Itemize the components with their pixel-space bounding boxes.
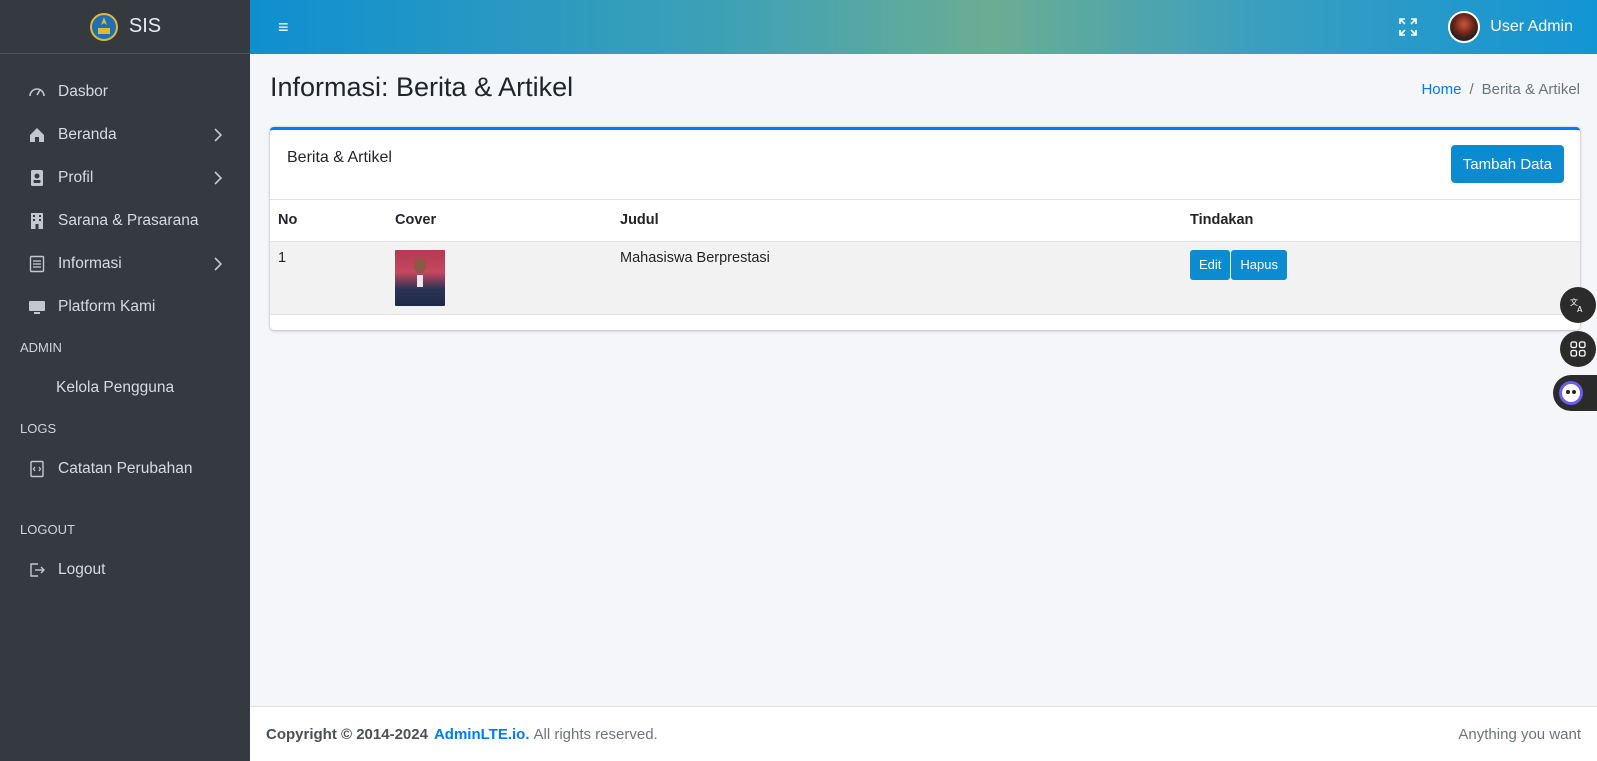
edit-button[interactable]: Edit — [1190, 249, 1231, 280]
sidebar-item-catatan-perubahan[interactable]: Catatan Perubahan — [0, 447, 250, 490]
topbar: ≡ User Admin — [250, 0, 1597, 54]
emblem-logo-icon — [89, 12, 118, 41]
berita-table: No Cover Judul Tindakan 1 Mahasiswa Berp… — [270, 200, 1580, 315]
monitor-icon — [28, 298, 46, 316]
topbar-right: User Admin — [1398, 11, 1573, 43]
breadcrumb-current: Berita & Artikel — [1481, 81, 1580, 98]
sidebar-item-beranda[interactable]: Beranda — [0, 113, 250, 156]
assistant-bot-icon[interactable] — [1553, 375, 1597, 411]
sidebar: SIS Dasbor Beranda Profil Sarana & Prasa… — [0, 0, 250, 761]
menu-toggle-icon[interactable]: ≡ — [278, 17, 289, 38]
gauge-icon — [28, 83, 46, 101]
apps-grid-icon[interactable] — [1560, 331, 1596, 367]
id-badge-icon — [28, 169, 46, 187]
sidebar-item-label: Dasbor — [58, 82, 108, 100]
brand[interactable]: SIS — [0, 0, 250, 54]
nav-header-logout: LOGOUT — [20, 521, 75, 537]
building-icon — [28, 212, 46, 230]
card-title: Berita & Artikel — [287, 149, 392, 166]
sidebar-item-label: Sarana & Prasarana — [58, 211, 199, 229]
sidebar-item-label: Profil — [58, 168, 94, 186]
cell-cover — [387, 241, 612, 315]
breadcrumb-home-link[interactable]: Home — [1421, 81, 1461, 98]
sidebar-item-label: Beranda — [58, 125, 117, 143]
chevron-right-icon — [214, 127, 223, 142]
sidebar-nav: Dasbor Beranda Profil Sarana & Prasarana — [0, 54, 250, 591]
cell-no: 1 — [270, 241, 387, 315]
footer-adminlte-link[interactable]: AdminLTE.io. — [434, 726, 530, 743]
nav-header-logs: LOGS — [20, 420, 57, 436]
logout-icon — [28, 561, 46, 579]
sidebar-item-label: Logout — [58, 560, 106, 578]
table-header-row: No Cover Judul Tindakan — [270, 200, 1580, 242]
sidebar-item-kelola-pengguna[interactable]: Kelola Pengguna — [0, 366, 250, 409]
page-title: Informasi: Berita & Artikel — [270, 72, 574, 102]
delete-button[interactable]: Hapus — [1231, 249, 1287, 280]
footer-rights: All rights reserved. — [533, 725, 658, 743]
footer-right-text: Anything you want — [1458, 725, 1581, 743]
main-content: Informasi: Berita & Artikel Home / Berit… — [250, 54, 1597, 706]
breadcrumb: Home / Berita & Artikel — [1421, 81, 1580, 98]
breadcrumb-separator: / — [1469, 81, 1474, 98]
user-menu[interactable]: User Admin — [1490, 18, 1573, 36]
column-header-no: No — [270, 200, 387, 242]
brand-name: SIS — [128, 15, 162, 37]
column-header-tindakan: Tindakan — [1182, 200, 1580, 242]
chevron-right-icon — [214, 170, 223, 185]
sidebar-item-logout[interactable]: Logout — [0, 548, 250, 591]
add-data-button[interactable]: Tambah Data — [1450, 145, 1564, 183]
chevron-right-icon — [214, 256, 223, 271]
home-icon — [28, 126, 46, 144]
sidebar-item-dasbor[interactable]: Dasbor — [0, 70, 250, 113]
translate-icon[interactable]: 文A — [1560, 287, 1596, 323]
sidebar-item-label: Catatan Perubahan — [58, 459, 193, 477]
cover-thumbnail[interactable] — [395, 249, 445, 306]
sidebar-item-informasi[interactable]: Informasi — [0, 242, 250, 285]
sidebar-item-label: Kelola Pengguna — [56, 378, 175, 396]
cell-judul: Mahasiswa Berprestasi — [612, 241, 1182, 315]
sidebar-item-platform[interactable]: Platform Kami — [0, 285, 250, 328]
sidebar-item-profil[interactable]: Profil — [0, 156, 250, 199]
avatar[interactable] — [1448, 11, 1481, 43]
table-row: 1 Mahasiswa Berprestasi Edit Hapus — [270, 241, 1580, 315]
svg-text:A: A — [1577, 305, 1583, 314]
cell-tindakan: Edit Hapus — [1182, 241, 1580, 315]
nav-header-admin: ADMIN — [20, 339, 62, 355]
sidebar-item-sarana[interactable]: Sarana & Prasarana — [0, 199, 250, 242]
column-header-cover: Cover — [387, 200, 612, 242]
column-header-judul: Judul — [612, 200, 1182, 242]
footer: Copyright © 2014-2024 AdminLTE.io. All r… — [250, 706, 1597, 761]
sidebar-item-label: Informasi — [58, 254, 122, 272]
footer-copyright: Copyright © 2014-2024 — [266, 725, 428, 743]
file-code-icon — [28, 460, 46, 478]
fullscreen-icon[interactable] — [1398, 17, 1418, 37]
sidebar-item-label: Platform Kami — [58, 297, 156, 315]
card-header: Berita & Artikel Tambah Data — [270, 130, 1580, 200]
berita-card: Berita & Artikel Tambah Data No Cover Ju… — [270, 127, 1580, 330]
document-list-icon — [28, 255, 46, 273]
